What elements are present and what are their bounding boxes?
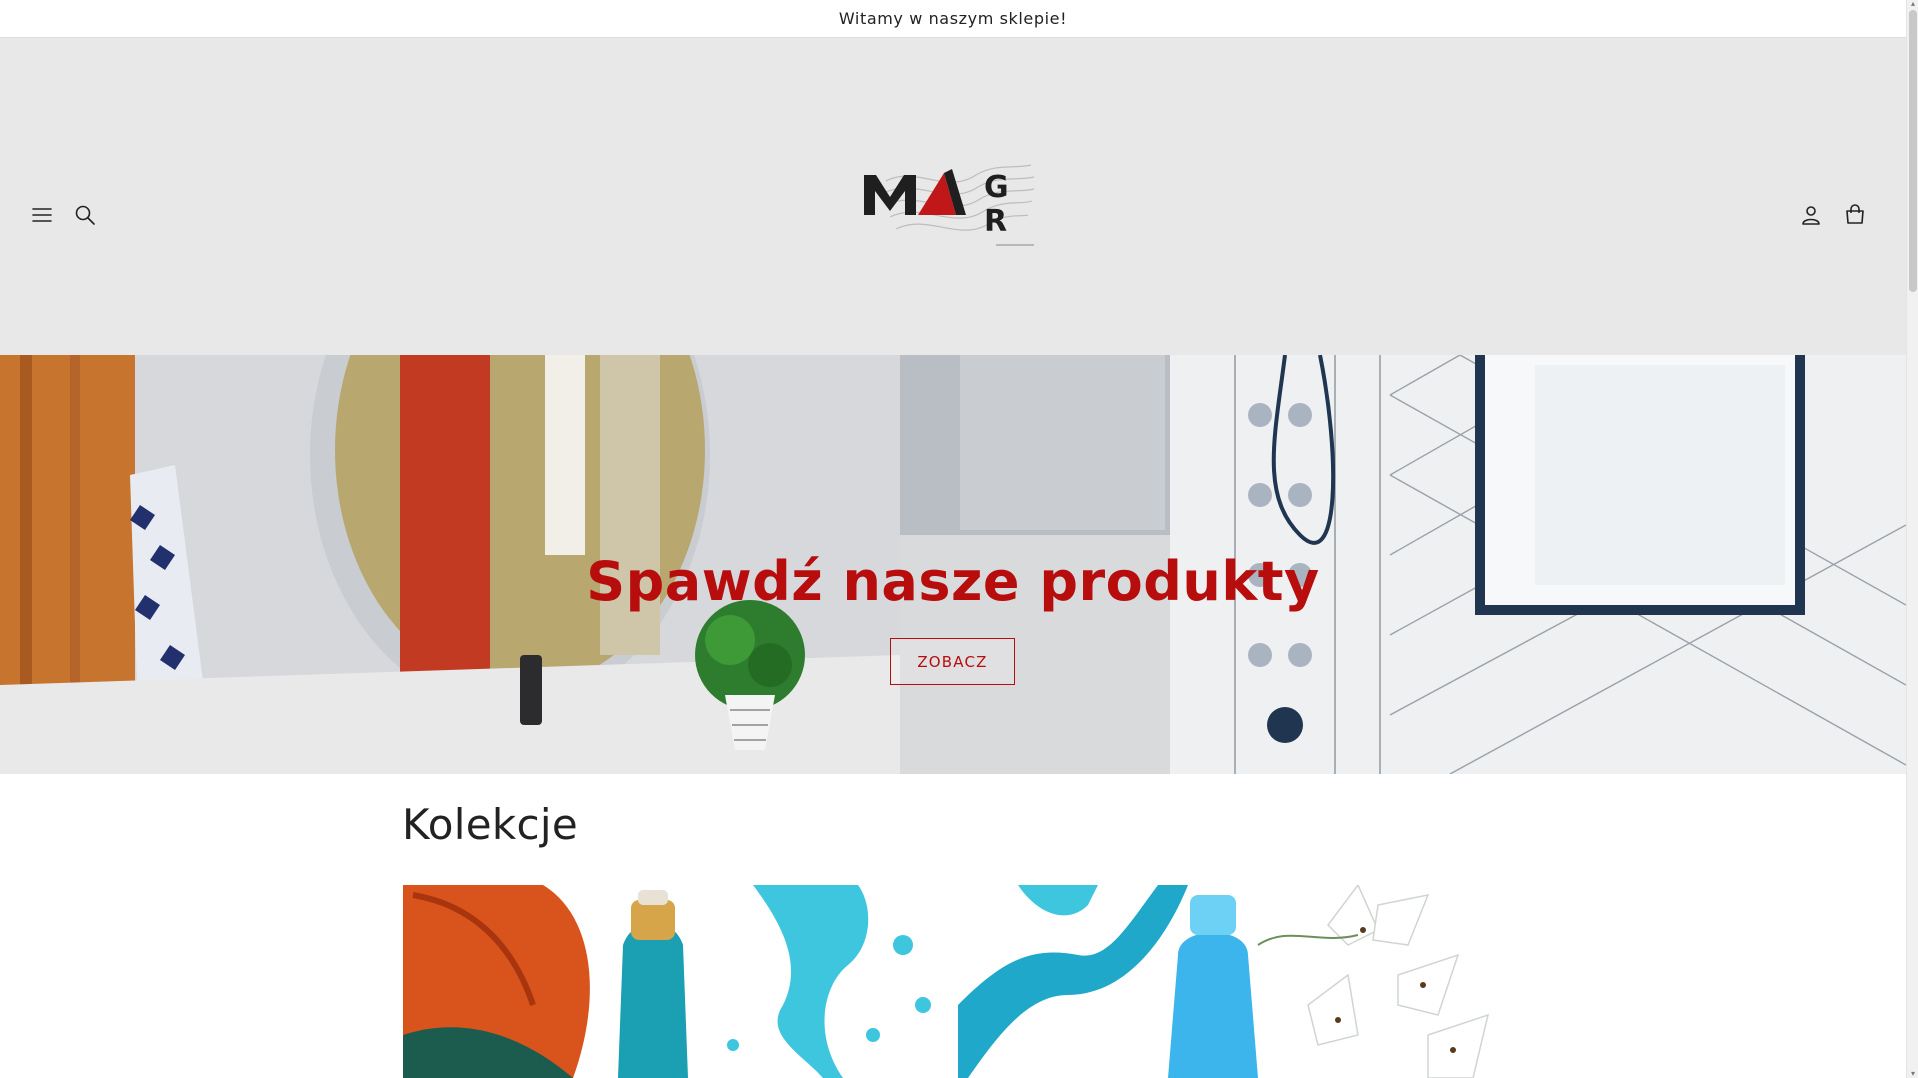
cleaning-liquid-image <box>958 885 1503 1078</box>
collection-card-laundry[interactable] <box>403 885 948 1078</box>
announcement-bar: Witamy w naszym sklepie! <box>0 0 1906 38</box>
collection-card-cleaning[interactable] <box>958 885 1503 1078</box>
scrollbar-thumb[interactable] <box>1909 10 1917 292</box>
account-icon[interactable] <box>1793 197 1829 233</box>
store-logo[interactable]: G R <box>856 145 1046 257</box>
announcement-text: Witamy w naszym sklepie! <box>838 9 1068 28</box>
hero-cta-button[interactable]: ZOBACZ <box>890 638 1015 685</box>
cart-icon[interactable] <box>1837 197 1873 233</box>
hero-banner: Spawdź nasze produkty ZOBACZ <box>0 355 1906 774</box>
scroll-up-icon[interactable]: ▴ <box>1909 0 1917 8</box>
laundry-detergent-image <box>403 885 948 1078</box>
svg-text:G: G <box>984 170 1009 205</box>
collections-title: Kolekcje <box>402 800 578 849</box>
search-icon[interactable] <box>67 197 103 233</box>
page-scrollbar[interactable]: ▴ ▾ <box>1906 0 1918 1078</box>
svg-text:R: R <box>984 204 1007 239</box>
site-header: G R <box>0 38 1906 355</box>
menu-icon[interactable] <box>24 197 60 233</box>
scroll-down-icon[interactable]: ▾ <box>1909 1070 1917 1078</box>
hero-title: Spawdź nasze produkty <box>586 550 1320 613</box>
